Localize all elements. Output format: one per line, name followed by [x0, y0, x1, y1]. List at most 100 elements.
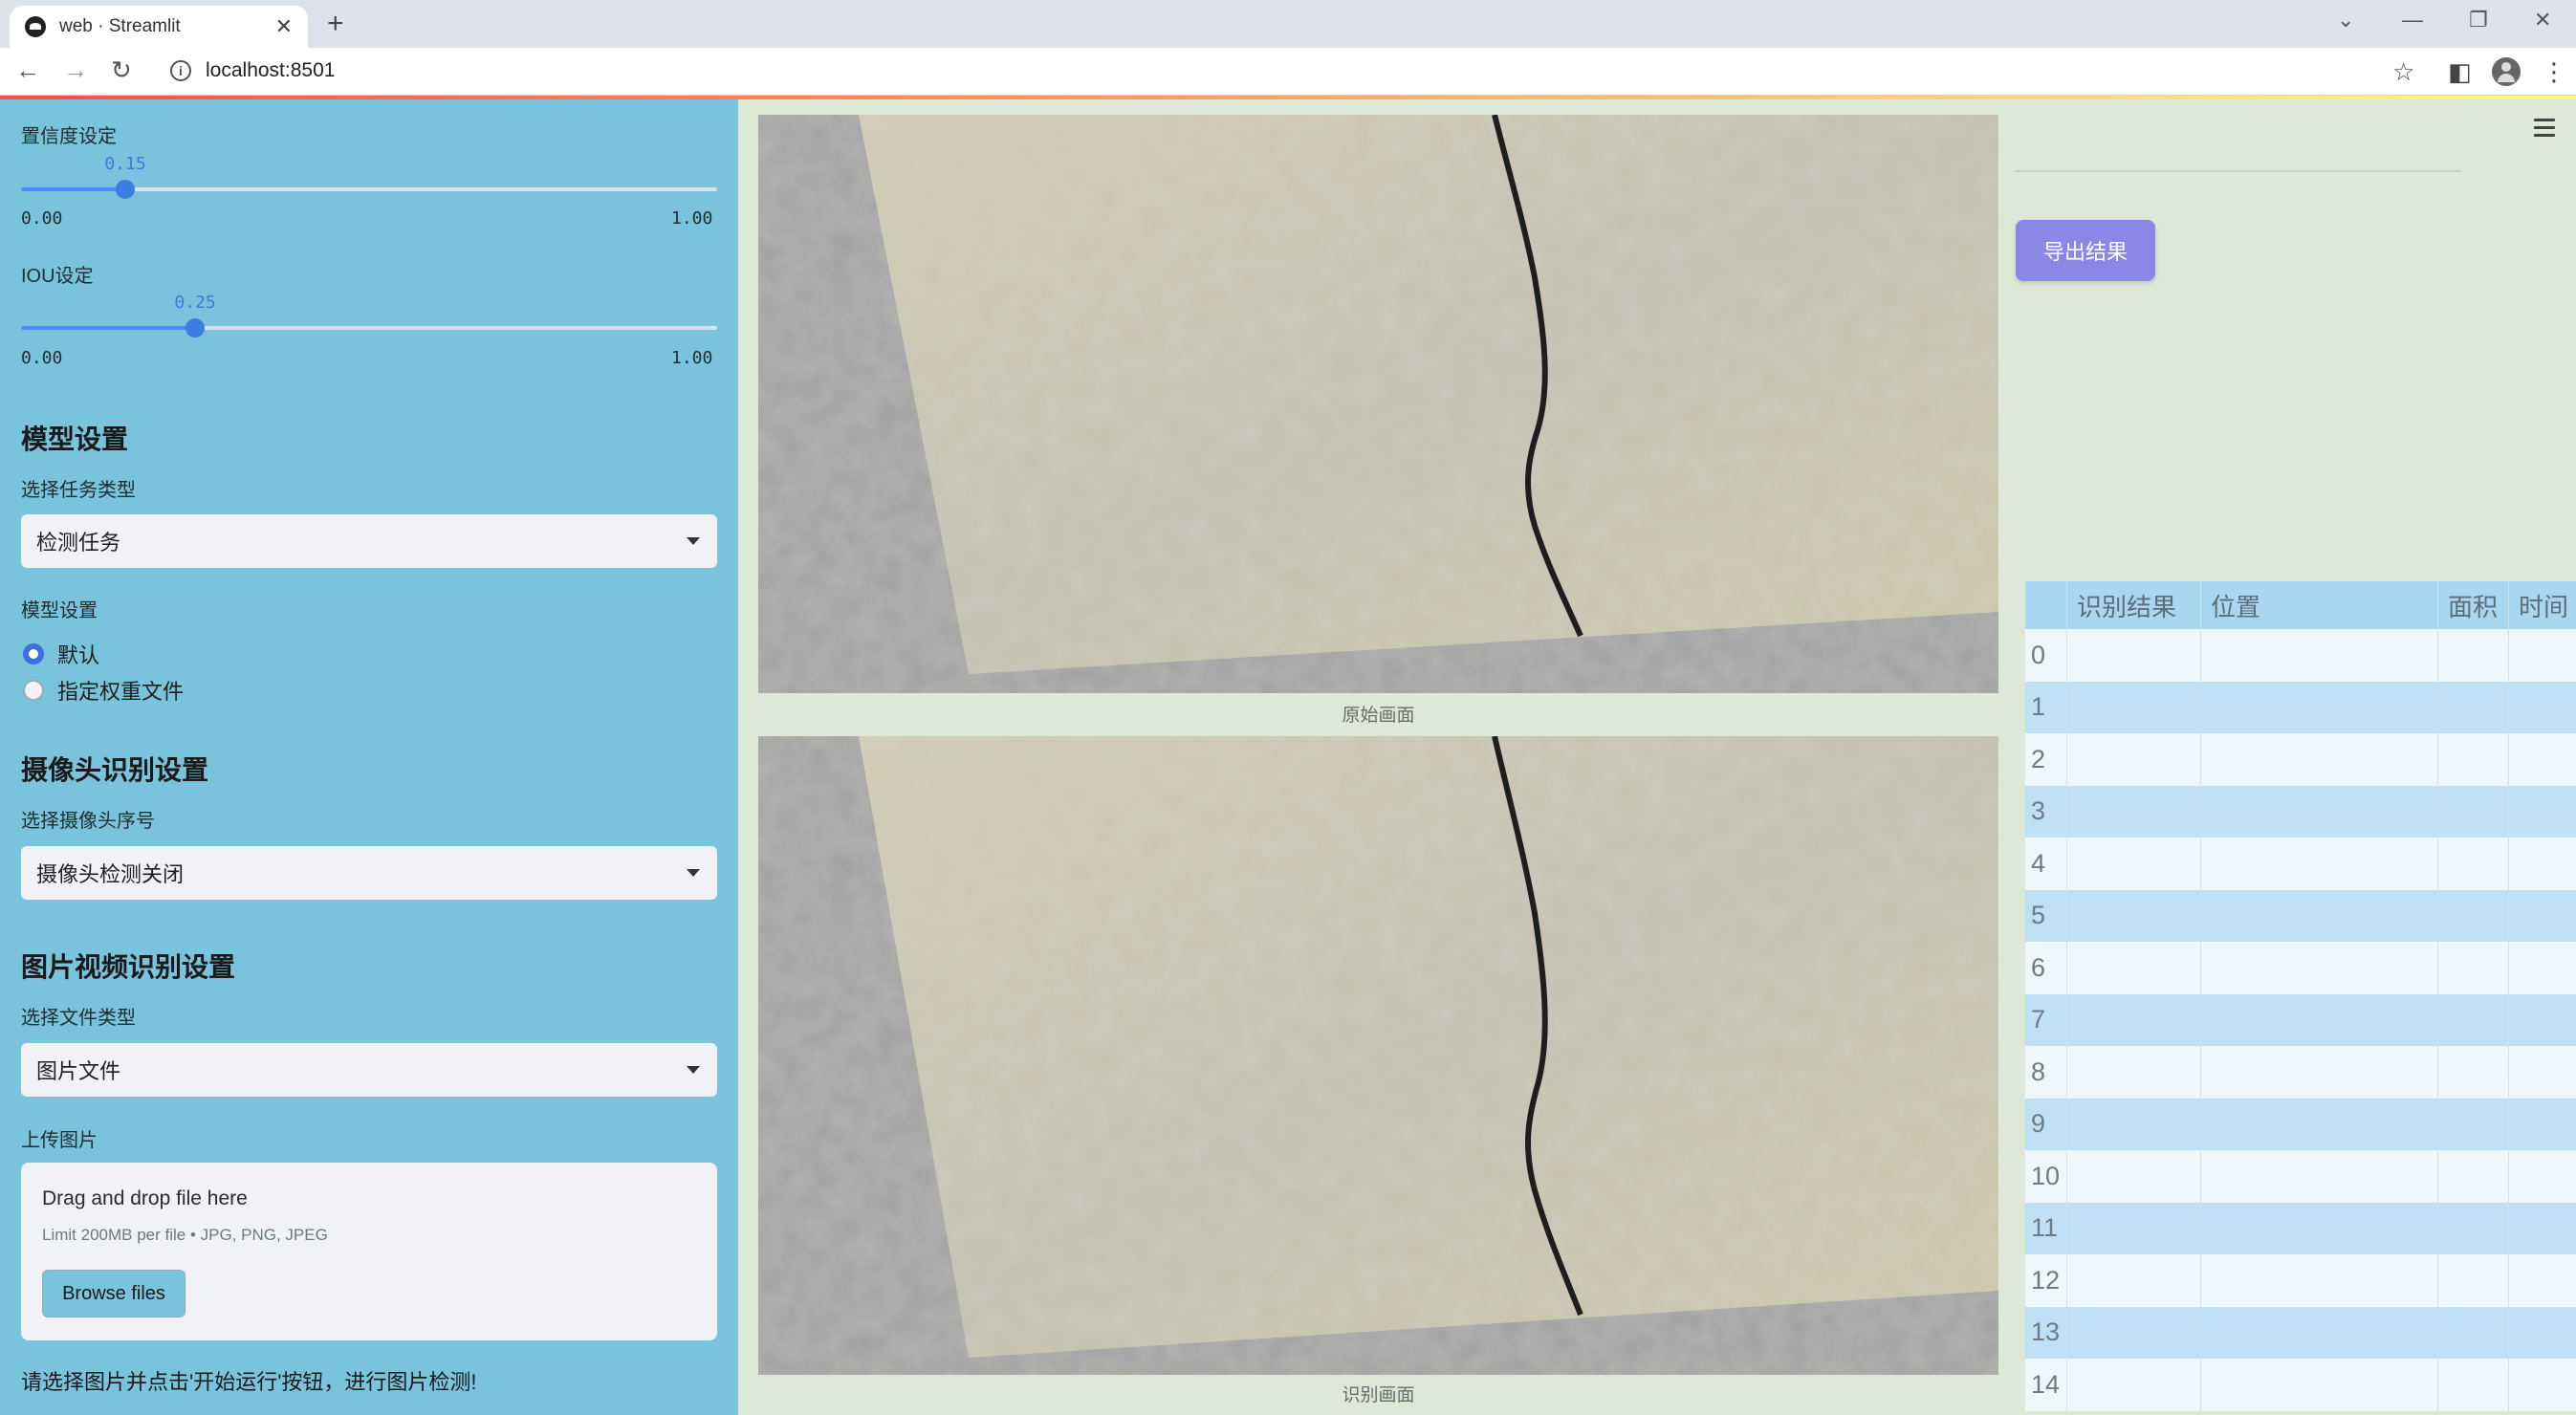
row-index[interactable]: 4: [2025, 838, 2067, 890]
table-cell[interactable]: [2509, 942, 2576, 994]
tab-search-chevron-icon[interactable]: ⌄: [2337, 8, 2354, 33]
iou-slider[interactable]: [21, 318, 717, 337]
row-index[interactable]: 0: [2025, 629, 2067, 682]
table-row[interactable]: 3: [2025, 785, 2576, 838]
browser-tab[interactable]: web · Streamlit ✕: [10, 6, 308, 48]
table-cell[interactable]: [2067, 889, 2201, 942]
header-index[interactable]: [2025, 581, 2067, 629]
table-cell[interactable]: [2201, 1150, 2438, 1203]
table-cell[interactable]: [2509, 838, 2576, 890]
table-cell[interactable]: [2067, 1359, 2201, 1411]
row-index[interactable]: 10: [2025, 1150, 2067, 1203]
table-row[interactable]: 4: [2025, 838, 2576, 890]
table-cell[interactable]: [2509, 629, 2576, 682]
task-type-select[interactable]: 检测任务: [21, 514, 717, 568]
table-row[interactable]: 1: [2025, 681, 2576, 734]
bookmark-star-icon[interactable]: ☆: [2392, 57, 2414, 87]
row-index[interactable]: 6: [2025, 942, 2067, 994]
table-row[interactable]: 12: [2025, 1254, 2576, 1307]
table-cell[interactable]: [2067, 733, 2201, 786]
table-cell[interactable]: [2201, 733, 2438, 786]
table-cell[interactable]: [2509, 1359, 2576, 1411]
table-cell[interactable]: [2438, 629, 2509, 682]
reload-icon[interactable]: ↻: [111, 55, 132, 85]
table-cell[interactable]: [2201, 1306, 2438, 1359]
table-cell[interactable]: [2438, 733, 2509, 786]
profile-avatar-icon[interactable]: [2492, 57, 2521, 86]
header-position[interactable]: 位置: [2201, 581, 2438, 629]
table-cell[interactable]: [2067, 1254, 2201, 1307]
table-cell[interactable]: [2201, 629, 2438, 682]
table-cell[interactable]: [2201, 1098, 2438, 1150]
table-cell[interactable]: [2067, 1150, 2201, 1203]
table-row[interactable]: 9: [2025, 1098, 2576, 1151]
table-cell[interactable]: [2201, 889, 2438, 942]
radio-weight-file[interactable]: 指定权重文件: [23, 675, 184, 706]
forward-icon[interactable]: →: [63, 55, 88, 85]
tab-close-icon[interactable]: ✕: [275, 14, 293, 39]
table-cell[interactable]: [2067, 1306, 2201, 1359]
row-index[interactable]: 1: [2025, 681, 2067, 733]
table-row[interactable]: 5: [2025, 889, 2576, 942]
table-row[interactable]: 13: [2025, 1306, 2576, 1360]
confidence-slider[interactable]: [21, 180, 717, 199]
table-cell[interactable]: [2067, 629, 2201, 682]
row-index[interactable]: 11: [2025, 1202, 2067, 1254]
table-cell[interactable]: [2067, 942, 2201, 994]
results-table[interactable]: 识别结果 位置 面积 时间 0 1 2 3 4 5 6 7 8 9 10 11 12 13 14: [2025, 581, 2576, 1411]
table-row[interactable]: 8: [2025, 1046, 2576, 1099]
table-cell[interactable]: [2438, 1150, 2509, 1203]
table-cell[interactable]: [2509, 1203, 2576, 1255]
table-cell[interactable]: [2201, 1359, 2438, 1411]
table-row[interactable]: 0: [2025, 629, 2576, 682]
table-cell[interactable]: [2438, 1202, 2509, 1254]
table-cell[interactable]: [2201, 1254, 2438, 1307]
radio-default[interactable]: 默认: [23, 639, 99, 669]
url-field[interactable]: localhost:8501: [206, 59, 335, 82]
hamburger-menu-icon[interactable]: [2534, 119, 2555, 142]
row-index[interactable]: 3: [2025, 785, 2067, 838]
header-time[interactable]: 时间: [2509, 581, 2576, 629]
export-results-button[interactable]: 导出结果: [2016, 220, 2155, 281]
row-index[interactable]: 13: [2025, 1306, 2067, 1359]
table-cell[interactable]: [2201, 942, 2438, 994]
table-cell[interactable]: [2067, 993, 2201, 1046]
table-cell[interactable]: [2201, 1202, 2438, 1254]
table-cell[interactable]: [2438, 1359, 2509, 1411]
table-row[interactable]: 2: [2025, 733, 2576, 786]
window-close-icon[interactable]: ✕: [2534, 8, 2551, 33]
table-cell[interactable]: [2201, 993, 2438, 1046]
header-area[interactable]: 面积: [2438, 581, 2509, 629]
table-cell[interactable]: [2509, 682, 2576, 734]
table-cell[interactable]: [2509, 1099, 2576, 1151]
table-cell[interactable]: [2438, 681, 2509, 733]
table-cell[interactable]: [2067, 681, 2201, 733]
table-cell[interactable]: [2438, 785, 2509, 838]
side-panel-icon[interactable]: ◧: [2448, 57, 2472, 87]
table-cell[interactable]: [2438, 942, 2509, 994]
table-cell[interactable]: [2509, 994, 2576, 1047]
file-type-select[interactable]: 图片文件: [21, 1043, 717, 1097]
site-info-icon[interactable]: i: [170, 60, 191, 81]
header-result[interactable]: 识别结果: [2067, 581, 2201, 629]
table-cell[interactable]: [2438, 1046, 2509, 1099]
back-icon[interactable]: ←: [15, 55, 40, 85]
row-index[interactable]: 7: [2025, 993, 2067, 1046]
row-index[interactable]: 8: [2025, 1046, 2067, 1099]
row-index[interactable]: 2: [2025, 733, 2067, 786]
table-cell[interactable]: [2438, 1254, 2509, 1307]
table-row[interactable]: 7: [2025, 993, 2576, 1047]
table-cell[interactable]: [2509, 786, 2576, 838]
row-index[interactable]: 5: [2025, 889, 2067, 942]
table-cell[interactable]: [2067, 1098, 2201, 1150]
table-cell[interactable]: [2509, 1307, 2576, 1360]
table-row[interactable]: 14: [2025, 1359, 2576, 1411]
table-cell[interactable]: [2438, 1098, 2509, 1150]
confidence-slider-thumb[interactable]: [116, 180, 136, 199]
table-cell[interactable]: [2509, 1150, 2576, 1203]
table-cell[interactable]: [2067, 1046, 2201, 1099]
table-cell[interactable]: [2201, 1046, 2438, 1099]
table-cell[interactable]: [2201, 785, 2438, 838]
table-cell[interactable]: [2438, 838, 2509, 890]
table-cell[interactable]: [2067, 838, 2201, 890]
